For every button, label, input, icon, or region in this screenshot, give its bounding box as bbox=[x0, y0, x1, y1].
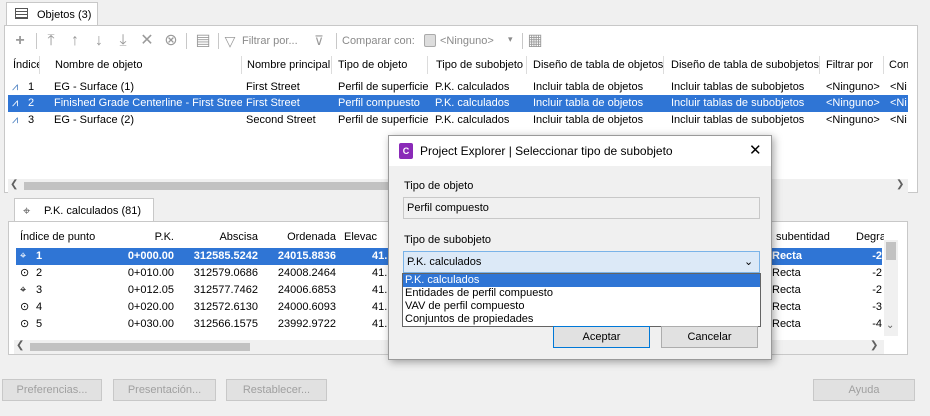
filter-label[interactable]: Filtrar por... bbox=[242, 35, 298, 47]
close-icon[interactable]: ✕ bbox=[749, 141, 762, 159]
toolbar: + ⤒ ↑ ↓ ⤓ ✕ ⊗ ▤ ▽ Filtrar por... ⊽ Compa… bbox=[10, 30, 905, 54]
scroll-thumb[interactable] bbox=[30, 343, 250, 351]
reset-button[interactable]: Restablecer... bbox=[226, 379, 327, 401]
point-icon: ⌖ bbox=[20, 250, 27, 262]
grid-icon[interactable]: ▦ bbox=[526, 32, 544, 50]
table-row[interactable]: ⩘ 1 EG - Surface (1) First Street Perfil… bbox=[8, 79, 908, 96]
col-point-index[interactable]: Índice de punto bbox=[20, 228, 95, 246]
compare-label: Comparar con: bbox=[342, 35, 415, 47]
profile-icon: ⩘ bbox=[12, 81, 19, 93]
select-subobject-dialog: C Project Explorer | Seleccionar tipo de… bbox=[388, 135, 772, 360]
tab-objects-label: Objetos (3) bbox=[37, 9, 92, 21]
col-elevation[interactable]: Elevac bbox=[344, 228, 388, 246]
col-index[interactable]: Índice bbox=[10, 56, 40, 74]
tab-objects[interactable]: Objetos (3) bbox=[6, 2, 98, 26]
object-type-label: Tipo de objeto bbox=[404, 180, 474, 192]
crosshair-icon: ⌖ bbox=[23, 203, 31, 218]
subobject-type-select[interactable]: P.K. calculados ⌄ bbox=[403, 251, 760, 273]
presentation-button[interactable]: Presentación... bbox=[113, 379, 216, 401]
move-up-icon[interactable]: ↑ bbox=[66, 32, 84, 50]
app-icon: C bbox=[399, 143, 413, 159]
profile-icon: ⩘ bbox=[12, 114, 19, 126]
col-main-name[interactable]: Nombre principal bbox=[244, 56, 332, 74]
clear-filter-icon[interactable]: ⊽ bbox=[310, 32, 328, 50]
add-icon[interactable]: + bbox=[10, 32, 30, 50]
col-subobject-type[interactable]: Tipo de subobjeto bbox=[433, 56, 527, 74]
dialog-title: Project Explorer | Seleccionar tipo de s… bbox=[420, 144, 673, 158]
dialog-titlebar: C Project Explorer | Seleccionar tipo de… bbox=[389, 136, 771, 166]
compare-icon bbox=[424, 34, 436, 47]
chevron-down-icon[interactable]: ▾ bbox=[508, 34, 513, 45]
help-button[interactable]: Ayuda bbox=[813, 379, 915, 401]
col-subentity[interactable]: subentidad bbox=[776, 228, 830, 246]
list-icon bbox=[15, 8, 28, 19]
filter-icon[interactable]: ▽ bbox=[222, 32, 238, 50]
move-down-icon[interactable]: ↓ bbox=[90, 32, 108, 50]
col-object-table-design[interactable]: Diseño de tabla de objetos bbox=[530, 56, 664, 74]
col-grade[interactable]: Degra bbox=[856, 228, 884, 246]
vertical-scrollbar[interactable]: ⌄ bbox=[884, 240, 898, 336]
dropdown-option[interactable]: P.K. calculados bbox=[403, 274, 760, 287]
col-northing[interactable]: Ordenada bbox=[276, 228, 336, 246]
accept-button[interactable]: Aceptar bbox=[553, 326, 650, 348]
chevron-down-icon[interactable]: ⌄ bbox=[886, 320, 894, 331]
delete-icon[interactable]: ✕ bbox=[138, 32, 156, 50]
clear-icon[interactable]: ⊗ bbox=[162, 32, 180, 50]
col-object-name[interactable]: Nombre de objeto bbox=[52, 56, 242, 74]
tab-stations-label: P.K. calculados (81) bbox=[44, 205, 142, 217]
point-icon: ⌖ bbox=[20, 284, 27, 296]
point-icon: ⊙ bbox=[20, 318, 30, 330]
col-easting[interactable]: Abscisa bbox=[200, 228, 258, 246]
tab-stations[interactable]: ⌖ P.K. calculados (81) bbox=[14, 198, 154, 222]
move-top-icon[interactable]: ⤒ bbox=[42, 32, 60, 50]
preferences-button[interactable]: Preferencias... bbox=[2, 379, 102, 401]
dropdown-option[interactable]: Entidades de perfil compuesto bbox=[403, 287, 760, 300]
dropdown-option[interactable]: Conjuntos de propiedades bbox=[403, 313, 760, 326]
col-station[interactable]: P.K. bbox=[138, 228, 174, 246]
table-icon[interactable]: ▤ bbox=[194, 32, 212, 50]
point-icon: ⊙ bbox=[20, 301, 30, 313]
scroll-right-icon[interactable]: ❯ bbox=[896, 179, 904, 190]
cancel-button[interactable]: Cancelar bbox=[661, 326, 758, 348]
col-compare[interactable]: Con bbox=[886, 56, 908, 74]
scroll-left-icon[interactable]: ❮ bbox=[10, 179, 18, 190]
scroll-thumb[interactable] bbox=[886, 242, 896, 260]
object-type-field: Perfil compuesto bbox=[403, 197, 760, 219]
table-row[interactable]: ⩘ 3 EG - Surface (2) Second Street Perfi… bbox=[8, 112, 908, 129]
col-subobject-table-design[interactable]: Diseño de tabla de subobjetos bbox=[668, 56, 820, 74]
subobject-type-dropdown: P.K. calculados Entidades de perfil comp… bbox=[402, 273, 761, 327]
compare-dropdown[interactable]: <Ninguno> bbox=[440, 35, 494, 47]
point-icon: ⊙ bbox=[20, 267, 30, 279]
profile-icon: ⩘ bbox=[12, 97, 19, 109]
dropdown-option[interactable]: VAV de perfil compuesto bbox=[403, 300, 760, 313]
scroll-right-icon[interactable]: ❯ bbox=[870, 340, 878, 351]
col-object-type[interactable]: Tipo de objeto bbox=[335, 56, 428, 74]
col-filter[interactable]: Filtrar por bbox=[823, 56, 884, 74]
table-row[interactable]: ⩘ 2 Finished Grade Centerline - First St… bbox=[8, 95, 908, 112]
subobject-type-label: Tipo de subobjeto bbox=[404, 234, 492, 246]
chevron-down-icon[interactable]: ⌄ bbox=[744, 252, 753, 272]
scroll-left-icon[interactable]: ❮ bbox=[16, 340, 24, 351]
move-bottom-icon[interactable]: ⤓ bbox=[114, 32, 132, 50]
